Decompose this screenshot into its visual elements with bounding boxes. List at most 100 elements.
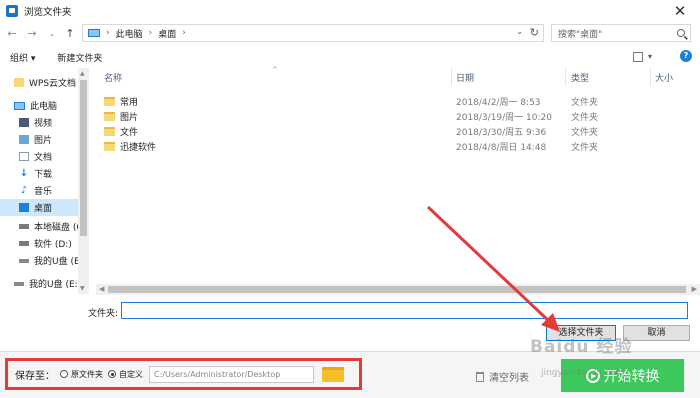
custom-folder-radio[interactable] xyxy=(108,370,116,378)
folder-name-input[interactable] xyxy=(121,302,688,319)
search-box[interactable]: 搜索"桌面" xyxy=(551,24,691,42)
file-date: 2018/3/30/周五 9:36 xyxy=(456,128,547,138)
original-folder-label[interactable]: 原文件夹 xyxy=(71,369,103,380)
nav-item-downloads[interactable]: ↓ 下载 xyxy=(19,165,52,182)
search-placeholder[interactable]: 搜索"桌面" xyxy=(558,27,677,40)
new-folder-button[interactable]: 新建文件夹 xyxy=(57,51,102,64)
folder-icon[interactable] xyxy=(322,366,344,382)
scroll-right-icon[interactable]: ▶ xyxy=(692,285,697,293)
file-date: 2018/4/8/周日 14:48 xyxy=(456,143,547,153)
nav-item-label: 下载 xyxy=(34,170,53,180)
window-title: 浏览文件夹 xyxy=(24,7,72,18)
column-header-label: 日期 xyxy=(456,73,475,84)
nav-item-wps-cloud[interactable]: WPS云文档 xyxy=(14,74,76,91)
file-type: 文件夹 xyxy=(571,143,599,153)
this-pc-icon xyxy=(88,29,100,37)
usb-drive-icon xyxy=(19,258,29,263)
file-date: 2018/4/2/周一 8:53 xyxy=(456,98,541,108)
back-arrow-icon[interactable]: ← xyxy=(4,27,20,40)
nav-item-videos[interactable]: 视频 xyxy=(19,114,52,131)
up-arrow-icon[interactable]: ↑ xyxy=(62,27,78,40)
folder-icon xyxy=(14,78,24,87)
address-row: ← → ⌄ ↑ › 此电脑 › 桌面 › ⌄ ↻ 搜索"桌面" xyxy=(0,22,700,44)
help-icon[interactable]: ? xyxy=(680,50,692,62)
folder-icon xyxy=(104,97,115,106)
recent-locations-icon[interactable]: ⌄ xyxy=(44,29,60,38)
folder-icon xyxy=(104,142,115,151)
output-path-input[interactable]: C:/Users/Administrator/Desktop xyxy=(149,365,314,383)
breadcrumb-desktop[interactable]: 桌面 xyxy=(158,27,176,40)
file-list: ^ 名称 日期 类型 大小 常用 2018/4/2/周一 8:53 文件夹 图片… xyxy=(96,66,700,284)
file-row[interactable]: 文件 2018/3/30/周五 9:36 文件夹 xyxy=(96,124,686,139)
navigation-scrollbar[interactable]: ▲ ▼ xyxy=(78,68,89,294)
chevron-right-icon[interactable]: › xyxy=(182,28,186,38)
document-icon xyxy=(19,152,29,161)
disk-icon xyxy=(19,224,29,229)
nav-item-label: 我的U盘 (E:) xyxy=(29,280,82,290)
file-name: 图片 xyxy=(120,113,139,123)
breadcrumb-this-pc[interactable]: 此电脑 xyxy=(116,27,143,40)
nav-item-pictures[interactable]: 图片 xyxy=(19,131,52,148)
file-row[interactable]: 图片 2018/3/19/周一 10:20 文件夹 xyxy=(96,109,686,124)
column-header-name[interactable]: 名称 xyxy=(96,68,452,86)
folder-icon xyxy=(104,112,115,121)
nav-item-desktop[interactable]: 桌面 xyxy=(0,199,78,216)
nav-item-music[interactable]: ♪ 音乐 xyxy=(19,182,52,199)
pc-icon xyxy=(14,101,25,110)
refresh-icon[interactable]: ↻ xyxy=(530,26,539,39)
clear-list-label: 清空列表 xyxy=(489,373,529,384)
desktop-icon xyxy=(19,203,29,212)
cancel-button[interactable]: 取消 xyxy=(623,325,690,341)
nav-item-label: 此电脑 xyxy=(30,102,58,112)
file-row[interactable]: 迅捷软件 2018/4/8/周日 14:48 文件夹 xyxy=(96,139,686,154)
original-folder-radio[interactable] xyxy=(60,370,68,378)
column-header-size[interactable]: 大小 xyxy=(655,68,695,86)
save-location-group: 保存至： 原文件夹 自定义 C:/Users/Administrator/Des… xyxy=(5,358,362,390)
custom-folder-label[interactable]: 自定义 xyxy=(119,369,143,380)
scroll-down-icon[interactable]: ▼ xyxy=(80,285,85,292)
file-name: 常用 xyxy=(120,98,139,108)
title-bar: 浏览文件夹 ✕ xyxy=(0,0,700,22)
column-header-type[interactable]: 类型 xyxy=(571,68,651,86)
folder-field-label: 文件夹: xyxy=(88,309,119,319)
nav-item-label: 图片 xyxy=(34,136,53,146)
nav-item-software-d[interactable]: 软件 (D:) xyxy=(19,235,72,252)
search-icon[interactable] xyxy=(677,29,685,37)
scrollbar-thumb[interactable] xyxy=(80,80,87,236)
organize-menu[interactable]: 组织 ▾ xyxy=(10,51,35,64)
chevron-right-icon[interactable]: › xyxy=(149,28,153,38)
nav-item-label: 我的U盘 (E xyxy=(34,257,80,267)
toolbar: 组织 ▾ 新建文件夹 ▾ ? xyxy=(0,46,700,68)
nav-item-local-disk-c[interactable]: 本地磁盘 (C xyxy=(19,218,83,235)
nav-item-label: 桌面 xyxy=(34,204,53,214)
browse-folder-dialog: 浏览文件夹 ✕ ← → ⌄ ↑ › 此电脑 › 桌面 › ⌄ ↻ 搜索"桌面" … xyxy=(0,0,700,352)
chevron-right-icon[interactable]: › xyxy=(106,28,110,38)
scrollbar-thumb[interactable] xyxy=(108,286,686,293)
column-header-label: 类型 xyxy=(571,73,590,84)
nav-item-usb-e[interactable]: 我的U盘 (E xyxy=(19,252,80,269)
column-header-date[interactable]: 日期 xyxy=(456,68,566,86)
close-icon[interactable]: ✕ xyxy=(672,2,688,20)
file-row[interactable]: 常用 2018/4/2/周一 8:53 文件夹 xyxy=(96,94,686,109)
scroll-up-icon[interactable]: ▲ xyxy=(80,70,85,77)
file-date: 2018/3/19/周一 10:20 xyxy=(456,113,552,123)
view-options-icon[interactable] xyxy=(633,52,643,62)
nav-item-label: 文档 xyxy=(34,153,53,163)
folder-icon xyxy=(104,127,115,136)
forward-arrow-icon[interactable]: → xyxy=(24,27,40,40)
clear-list-button[interactable]: 清空列表 xyxy=(476,369,529,384)
nav-item-label: 视频 xyxy=(34,119,53,129)
view-dropdown-icon[interactable]: ▾ xyxy=(648,52,652,61)
disk-icon xyxy=(19,241,29,246)
scroll-left-icon[interactable]: ◀ xyxy=(99,285,104,293)
horizontal-scrollbar[interactable]: ◀ ▶ xyxy=(96,284,700,295)
address-bar[interactable]: › 此电脑 › 桌面 › ⌄ ↻ xyxy=(82,24,544,42)
file-type: 文件夹 xyxy=(571,128,599,138)
nav-item-label: 音乐 xyxy=(34,187,53,197)
nav-item-label: 本地磁盘 (C xyxy=(34,223,83,233)
address-dropdown-icon[interactable]: ⌄ xyxy=(516,27,523,36)
nav-item-this-pc[interactable]: 此电脑 xyxy=(14,97,57,114)
nav-item-label: 软件 (D:) xyxy=(34,240,72,250)
nav-item-documents[interactable]: 文档 xyxy=(19,148,52,165)
nav-item-usb-e-root[interactable]: 我的U盘 (E:) xyxy=(14,275,81,292)
